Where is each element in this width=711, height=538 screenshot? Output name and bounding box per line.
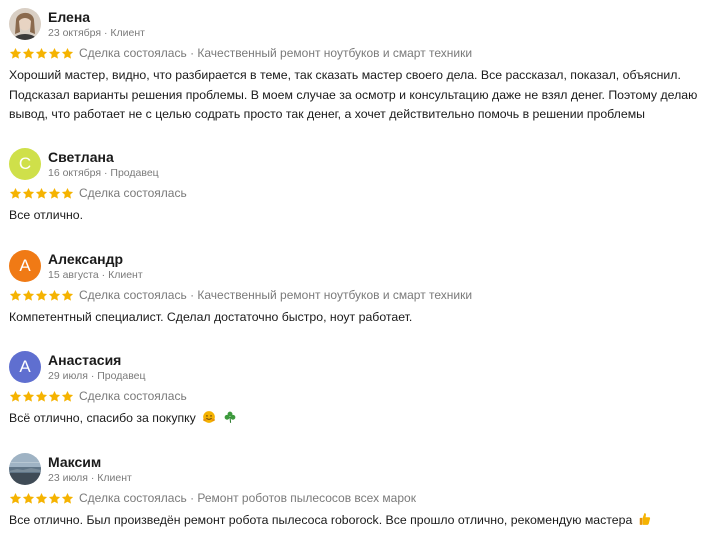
user-photo-icon (9, 453, 41, 485)
star-icon (22, 187, 35, 199)
review-item: Елена 23 октября · Клиент Сделка состоял… (0, 8, 711, 128)
star-icon (48, 289, 61, 301)
star-icon (61, 390, 74, 402)
review-text-content: Все отлично. Был произведён ремонт робот… (9, 513, 633, 527)
review-text-content: Всё отлично, спасибо за покупку (9, 411, 196, 425)
star-rating (9, 289, 74, 302)
star-icon (48, 390, 61, 402)
star-rating (9, 47, 74, 60)
avatar-letter: А (19, 256, 31, 275)
shamrock-emoji-icon (224, 411, 236, 423)
star-icon (9, 492, 22, 504)
review-meta: 23 июля · Клиент (48, 472, 132, 484)
star-icon (35, 492, 48, 504)
star-rating (9, 187, 74, 200)
star-icon (22, 492, 35, 504)
avatar[interactable] (9, 453, 41, 485)
avatar[interactable] (9, 8, 41, 40)
reviewer-name[interactable]: Максим (48, 454, 101, 470)
star-icon (48, 187, 61, 199)
star-icon (9, 187, 22, 199)
rating-line: Сделка состоялась · Качественный ремонт … (9, 46, 472, 60)
hugging-face-emoji-icon (203, 411, 216, 423)
rating-line: Сделка состоялась · Качественный ремонт … (9, 288, 472, 302)
avatar[interactable]: А (9, 351, 41, 383)
reviewer-name[interactable]: Елена (48, 9, 90, 25)
avatar[interactable]: А (9, 250, 41, 282)
review-item: А Анастасия 29 июля · Продавец Сделка со… (0, 351, 711, 431)
star-icon (48, 492, 61, 504)
review-text: Хороший мастер, видно, что разбирается в… (9, 68, 698, 121)
review-item: А Александр 15 августа · Клиент Сделка с… (0, 250, 711, 330)
review-item: С Светлана 16 октября · Продавец Сделка … (0, 148, 711, 228)
avatar-letter: А (19, 357, 31, 376)
reviewer-name[interactable]: Светлана (48, 149, 114, 165)
review-meta: 15 августа · Клиент (48, 269, 143, 281)
star-icon (22, 47, 35, 59)
deal-status: Сделка состоялась · Качественный ремонт … (79, 288, 473, 302)
star-icon (9, 289, 22, 301)
user-photo-icon (9, 8, 41, 40)
star-icon (9, 47, 22, 59)
star-icon (9, 390, 22, 402)
deal-status: Сделка состоялась (79, 389, 187, 403)
star-icon (61, 492, 74, 504)
reviewer-name[interactable]: Анастасия (48, 352, 121, 368)
star-icon (35, 289, 48, 301)
reviewer-name[interactable]: Александр (48, 251, 123, 267)
star-icon (35, 47, 48, 59)
avatar-letter: С (18, 154, 32, 173)
review-meta: 16 октября · Продавец (48, 167, 159, 179)
review-text: Все отлично. (9, 208, 84, 222)
star-icon (61, 289, 74, 301)
review-meta: 29 июля · Продавец (48, 370, 146, 382)
rating-line: Сделка состоялась · Ремонт роботов пылес… (9, 491, 416, 505)
review-meta: 23 октября · Клиент (48, 27, 145, 39)
review-text: Компетентный специалист. Сделал достаточ… (9, 310, 413, 324)
rating-line: Сделка состоялась (9, 389, 187, 403)
deal-status: Сделка состоялась (79, 186, 187, 200)
review-text: Всё отлично, спасибо за покупку (9, 409, 704, 429)
deal-status: Сделка состоялась · Ремонт роботов пылес… (79, 491, 416, 505)
star-icon (22, 390, 35, 402)
rating-line: Сделка состоялась (9, 186, 187, 200)
reviews-list: Елена 23 октября · Клиент Сделка состоял… (0, 0, 711, 538)
star-icon (35, 187, 48, 199)
review-text: Все отлично. Был произведён ремонт робот… (9, 511, 704, 531)
deal-status: Сделка состоялась · Качественный ремонт … (79, 46, 473, 60)
star-icon (22, 289, 35, 301)
star-rating (9, 390, 74, 403)
star-rating (9, 492, 74, 505)
star-icon (35, 390, 48, 402)
star-icon (61, 47, 74, 59)
star-icon (61, 187, 74, 199)
avatar[interactable]: С (9, 148, 41, 180)
review-item: Максим 23 июля · Клиент Сделка состоялас… (0, 453, 711, 538)
thumbs-up-emoji-icon (639, 513, 650, 525)
star-icon (48, 47, 61, 59)
